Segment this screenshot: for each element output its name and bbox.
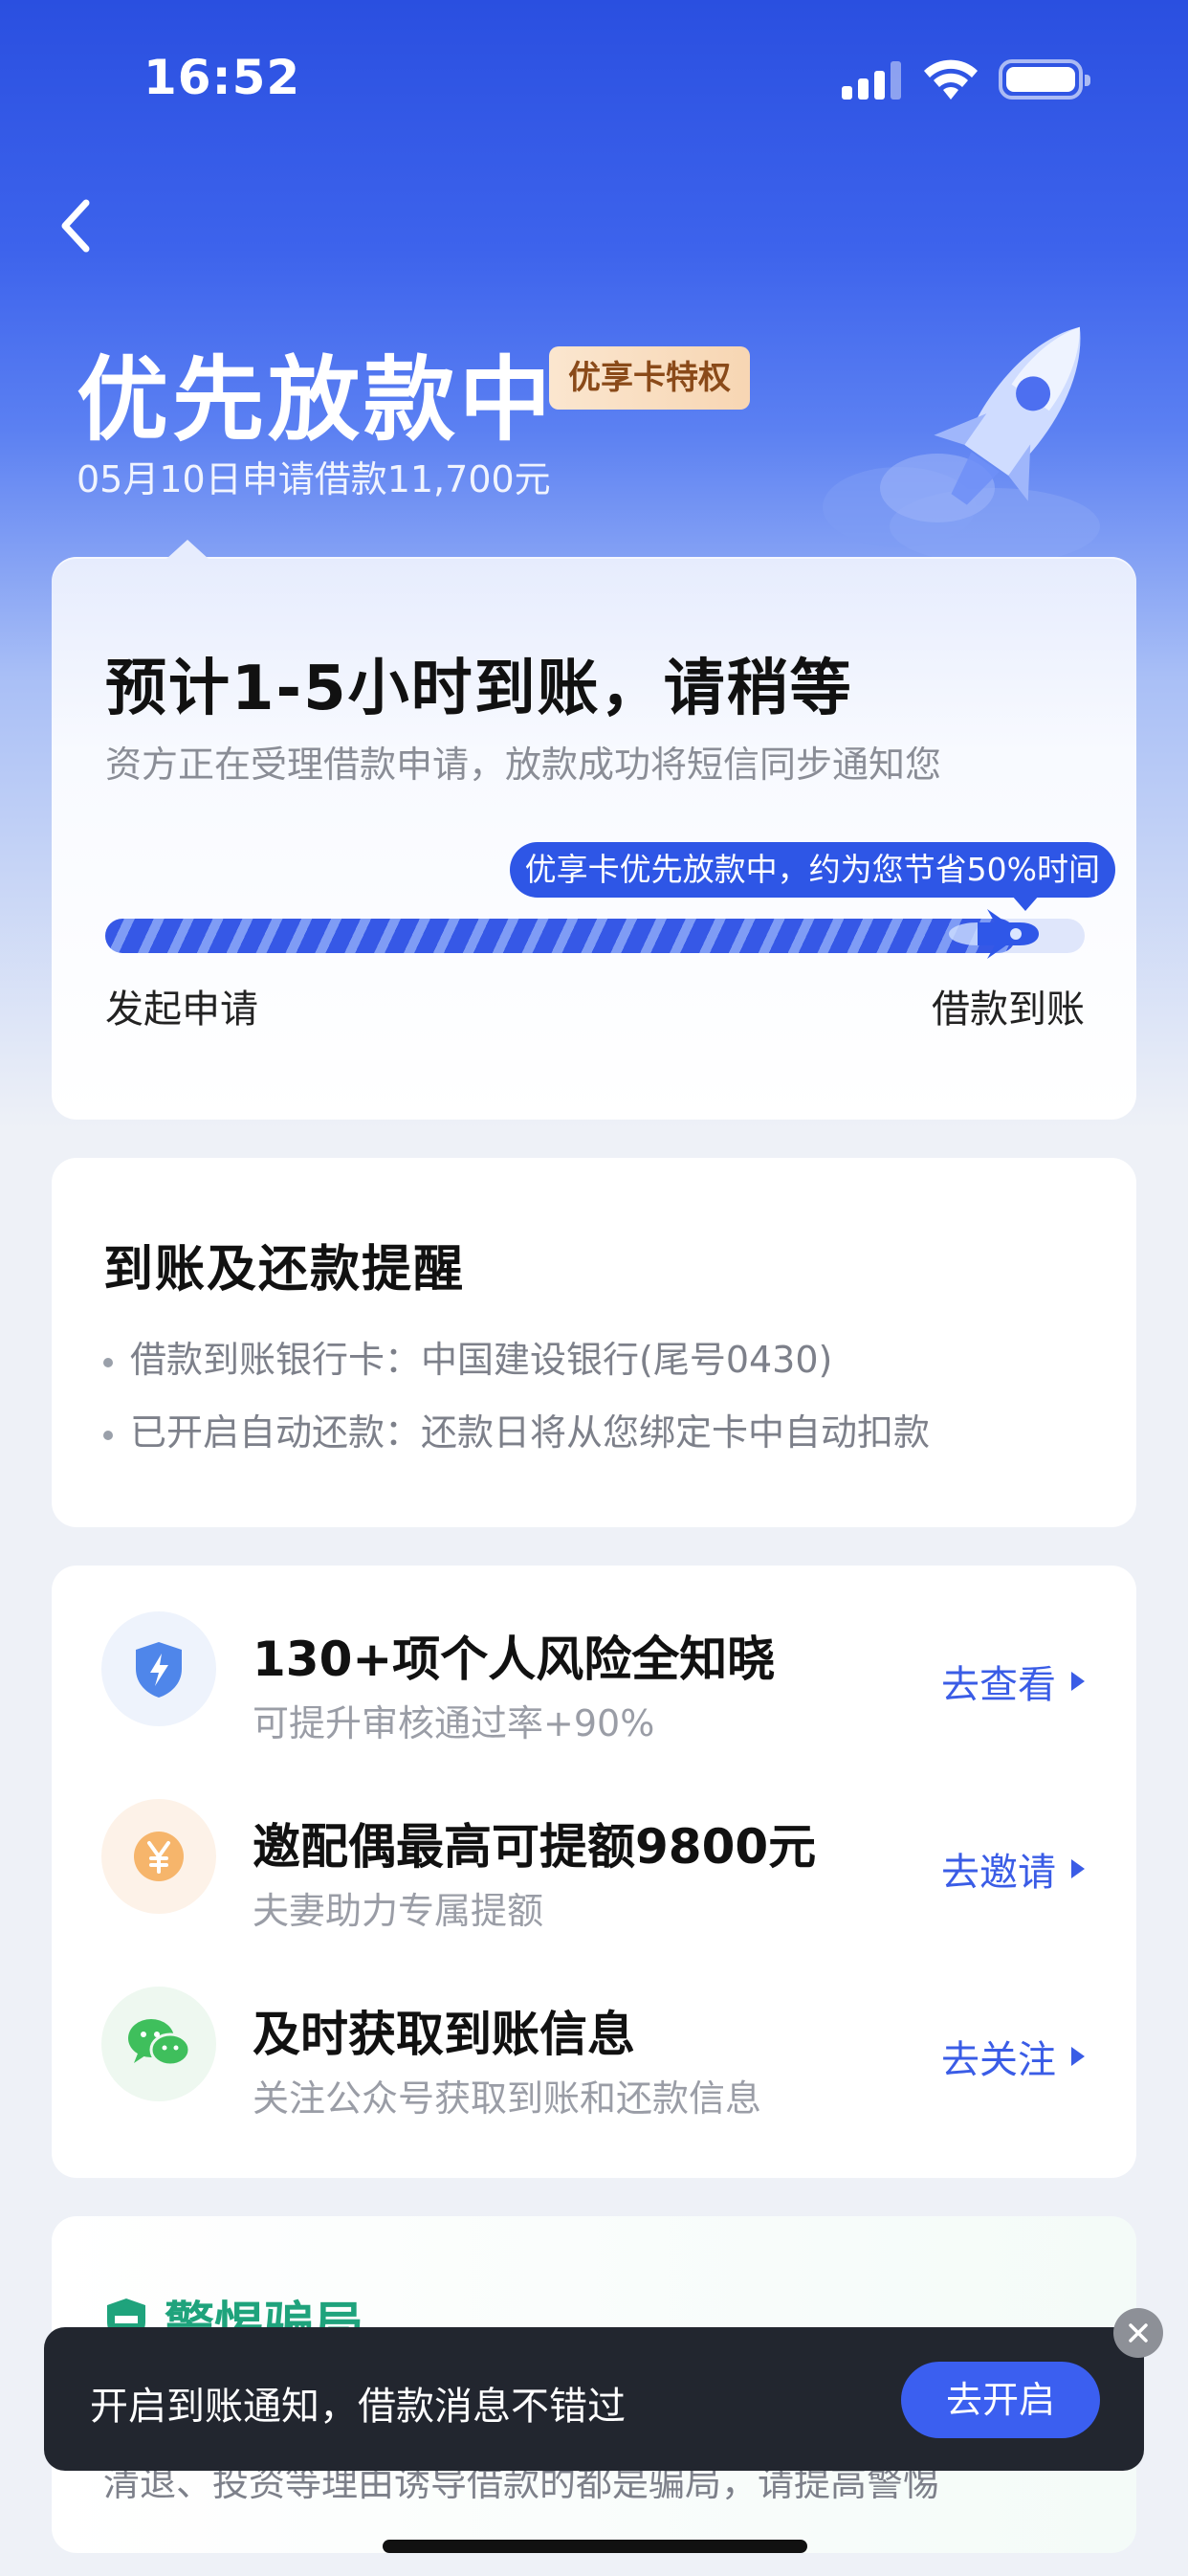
reminder-bank-line: 借款到账银行卡：中国建设银行(尾号0430) [103, 1330, 832, 1383]
view-button[interactable]: 去查看 [941, 1654, 1085, 1709]
triangle-right-icon [1071, 2047, 1085, 2066]
rocket-illustration [823, 326, 1100, 565]
task-title: 及时获取到账信息 [253, 2007, 635, 2062]
task-risk-report[interactable]: 130+项个人风险全知晓 可提升审核通过率+90% 去查看 [52, 1566, 1136, 1753]
shield-lightning-icon [101, 1611, 216, 1726]
invite-button[interactable]: 去邀请 [941, 1841, 1085, 1897]
card-notch [166, 540, 209, 559]
progress-fill [105, 919, 1017, 953]
task-follow-account[interactable]: 及时获取到账信息 关注公众号获取到账和还款信息 去关注 [52, 1941, 1136, 2128]
toast-text: 开启到账通知，借款消息不错过 [90, 2385, 626, 2429]
eta-title: 预计1-5小时到账，请稍等 [105, 654, 853, 724]
start-label: 发起申请 [105, 988, 258, 1032]
task-title: 130+项个人风险全知晓 [253, 1632, 776, 1687]
yen-coin-icon [101, 1799, 216, 1914]
home-indicator [383, 2540, 807, 2553]
toast-close-button[interactable] [1113, 2308, 1163, 2358]
triangle-right-icon [1071, 1672, 1085, 1691]
wifi-icon [924, 59, 978, 100]
task-title: 邀配偶最高可提额9800元 [253, 1819, 817, 1875]
eta-subtitle: 资方正在受理借款申请，放款成功将短信同步通知您 [105, 744, 942, 786]
reminder-card: 到账及还款提醒 借款到账银行卡：中国建设银行(尾号0430) 已开启自动还款：还… [52, 1158, 1136, 1527]
privilege-badge: 优享卡特权 [549, 346, 750, 410]
bullet-icon [103, 1430, 113, 1440]
page-title: 优先放款中 [77, 346, 555, 454]
follow-button-label: 去关注 [941, 2038, 1056, 2082]
reminder-autopay-line: 已开启自动还款：还款日将从您绑定卡中自动扣款 [103, 1403, 930, 1455]
close-icon [1129, 2323, 1148, 2343]
chevron-left-icon [61, 199, 90, 253]
invite-button-label: 去邀请 [941, 1851, 1056, 1895]
back-button[interactable] [46, 188, 103, 264]
rocket-icon [949, 909, 1040, 959]
reminder-bank-text: 借款到账银行卡：中国建设银行(尾号0430) [130, 1339, 833, 1381]
task-invite-spouse[interactable]: 邀配偶最高可提额9800元 夫妻助力专属提额 去邀请 [52, 1753, 1136, 1941]
battery-icon [999, 59, 1090, 100]
cellular-signal-icon [842, 61, 901, 100]
reminder-autopay-text: 已开启自动还款：还款日将从您绑定卡中自动扣款 [130, 1411, 931, 1454]
privilege-bubble: 优享卡优先放款中，约为您节省50%时间 [509, 842, 1115, 911]
status-bar: 16:52 [0, 0, 1188, 163]
notification-toast: 开启到账通知，借款消息不错过 去开启 [44, 2327, 1144, 2471]
task-subtitle: 可提升审核通过率+90% [253, 1702, 655, 1744]
application-summary: 05月10日申请借款11,700元 [77, 458, 551, 500]
triangle-right-icon [1071, 1859, 1085, 1878]
end-label: 借款到账 [932, 988, 1085, 1032]
task-subtitle: 夫妻助力专属提额 [253, 1890, 544, 1932]
bullet-icon [103, 1357, 113, 1367]
task-subtitle: 关注公众号获取到账和还款信息 [253, 2077, 762, 2120]
progress-track [105, 909, 1085, 959]
status-time: 16:52 [143, 50, 301, 105]
follow-button[interactable]: 去关注 [941, 2029, 1085, 2084]
wechat-icon [101, 1987, 216, 2101]
tasks-card: 130+项个人风险全知晓 可提升审核通过率+90% 去查看 邀配偶最高可提额98… [52, 1566, 1136, 2178]
enable-notification-button[interactable]: 去开启 [901, 2362, 1100, 2438]
reminder-title: 到账及还款提醒 [103, 1241, 466, 1299]
progress-card: 预计1-5小时到账，请稍等 资方正在受理借款申请，放款成功将短信同步通知您 优享… [52, 540, 1136, 1120]
view-button-label: 去查看 [941, 1663, 1056, 1707]
